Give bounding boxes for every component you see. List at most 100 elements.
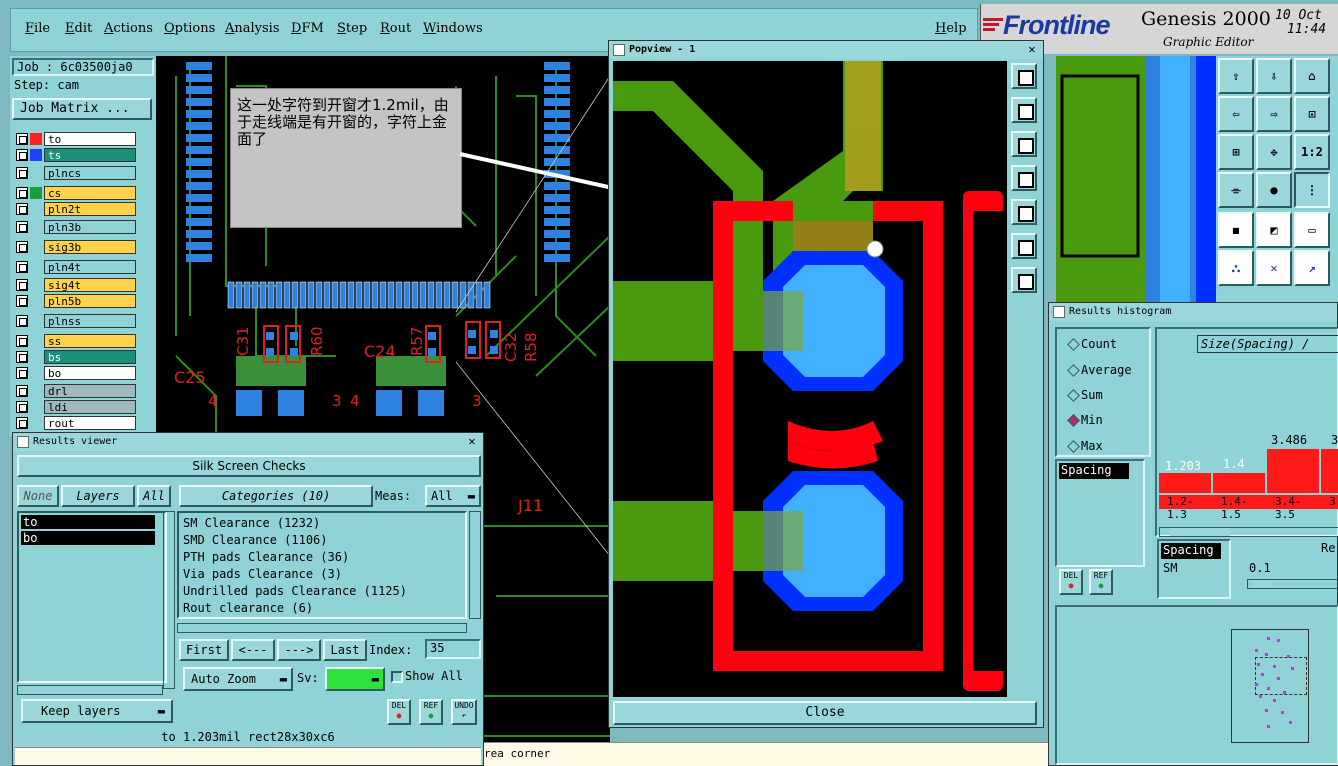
- option-count[interactable]: Count: [1081, 337, 1117, 351]
- layer-row-ss[interactable]: ss: [16, 334, 138, 348]
- layer-row-cs[interactable]: cs: [16, 186, 138, 200]
- layer-row-to[interactable]: to: [16, 132, 138, 146]
- pan-right-icon[interactable]: [1011, 199, 1037, 225]
- option-max[interactable]: Max: [1081, 439, 1103, 453]
- tool-center-icon[interactable]: ✥: [1256, 134, 1292, 170]
- tool-scale-button[interactable]: 1:2: [1294, 134, 1330, 170]
- tool-probe-icon[interactable]: ●: [1256, 172, 1292, 208]
- next-button[interactable]: --->: [277, 639, 321, 661]
- last-button[interactable]: Last: [323, 639, 367, 661]
- layer-visibility-checkbox[interactable]: [16, 221, 28, 233]
- category-hscroll[interactable]: [177, 623, 467, 633]
- layer-visibility-checkbox[interactable]: [16, 203, 28, 215]
- prev-button[interactable]: <---: [231, 639, 275, 661]
- category-undrilled-clearance[interactable]: Undrilled pads Clearance (1125): [183, 583, 407, 600]
- job-matrix-button[interactable]: Job Matrix ...: [12, 98, 152, 120]
- category-rout-clearance[interactable]: Rout clearance (6): [183, 600, 313, 617]
- meas-select[interactable]: All ▬: [425, 485, 481, 507]
- layer-row-pln4t[interactable]: pln4t: [16, 260, 138, 274]
- tool-route-icon[interactable]: ↗: [1294, 250, 1330, 286]
- layer-visibility-checkbox[interactable]: [16, 167, 28, 179]
- layer-row-sig3b[interactable]: sig3b: [16, 240, 138, 254]
- zoom-fit-icon[interactable]: [1011, 233, 1037, 259]
- layer-visibility-checkbox[interactable]: [16, 351, 28, 363]
- show-all-checkbox[interactable]: [391, 671, 403, 683]
- del-button[interactable]: DEL ●: [1059, 569, 1083, 595]
- layer-row-bo[interactable]: bo: [16, 366, 138, 380]
- menu-edit[interactable]: Edit: [65, 21, 92, 36]
- layer-visibility-checkbox[interactable]: [16, 279, 28, 291]
- layer-row-rout[interactable]: rout: [16, 416, 138, 430]
- menu-rout[interactable]: Rout: [380, 21, 411, 36]
- measure-item-sm[interactable]: SM: [1163, 561, 1177, 575]
- menu-step[interactable]: Step: [337, 21, 367, 36]
- layer-row-pln3b[interactable]: pln3b: [16, 220, 138, 234]
- layer-visibility-checkbox[interactable]: [16, 335, 28, 347]
- index-input[interactable]: 35: [425, 639, 481, 659]
- sv-color-select[interactable]: ▬: [325, 667, 385, 691]
- category-via-clearance[interactable]: Via pads Clearance (3): [183, 566, 342, 583]
- close-icon[interactable]: ✕: [465, 435, 479, 449]
- layer-row-plncs[interactable]: plncs: [16, 166, 138, 180]
- measure-item-spacing[interactable]: Spacing: [1161, 543, 1221, 559]
- tool-left-icon[interactable]: ⇦: [1218, 96, 1254, 132]
- tool-measure-icon[interactable]: ⌯: [1218, 172, 1254, 208]
- layer-row-pln5b[interactable]: pln5b: [16, 294, 138, 308]
- zoom-window-icon[interactable]: [1011, 63, 1037, 89]
- metric-item-spacing[interactable]: Spacing: [1059, 463, 1129, 479]
- zoom-out-icon[interactable]: [1011, 131, 1037, 157]
- layer-row-plnss[interactable]: plnss: [16, 314, 138, 328]
- histogram-scrollbar[interactable]: [1159, 527, 1338, 537]
- auto-zoom-button[interactable]: Auto Zoom ▬: [183, 667, 293, 691]
- zoom-in-icon[interactable]: [1011, 97, 1037, 123]
- option-min[interactable]: Min: [1081, 413, 1103, 427]
- layers-all-button[interactable]: All: [137, 485, 171, 507]
- layer-visibility-checkbox[interactable]: [16, 401, 28, 413]
- tool-line-icon[interactable]: ◩: [1256, 212, 1292, 248]
- menu-help[interactable]: Help: [935, 21, 967, 36]
- keep-layers-button[interactable]: Keep layers ▬: [21, 699, 173, 723]
- layer-row-sig4t[interactable]: sig4t: [16, 278, 138, 292]
- option-sum[interactable]: Sum: [1081, 388, 1103, 402]
- size-selector[interactable]: Size(Spacing) /: [1197, 335, 1338, 353]
- layer-visibility-checkbox[interactable]: [16, 295, 28, 307]
- layer-visibility-checkbox[interactable]: [16, 133, 28, 145]
- layers-button[interactable]: Layers: [61, 485, 135, 507]
- option-average[interactable]: Average: [1081, 363, 1132, 377]
- tool-cross-icon[interactable]: ✕: [1256, 250, 1292, 286]
- tool-net-icon[interactable]: ⋮: [1294, 172, 1330, 208]
- layer-visibility-checkbox[interactable]: [16, 385, 28, 397]
- layer-visibility-checkbox[interactable]: [16, 367, 28, 379]
- popview-canvas[interactable]: [613, 61, 1007, 697]
- menu-actions[interactable]: Actions: [104, 21, 153, 36]
- layer-list-hscroll[interactable]: [17, 685, 163, 695]
- result-layer-to[interactable]: to: [21, 515, 155, 529]
- tool-fit-icon[interactable]: ⊞: [1218, 134, 1254, 170]
- layer-visibility-checkbox[interactable]: [16, 417, 28, 429]
- window-menu-icon[interactable]: [613, 44, 625, 56]
- layer-visibility-checkbox[interactable]: [16, 149, 28, 161]
- layers-none-button[interactable]: None: [17, 485, 59, 507]
- minimap[interactable]: [1055, 605, 1338, 765]
- menu-windows[interactable]: Windows: [423, 21, 483, 36]
- categories-button[interactable]: Categories (10): [179, 485, 373, 507]
- tool-ruler-icon[interactable]: ▭: [1294, 212, 1330, 248]
- first-button[interactable]: First: [179, 639, 229, 661]
- ref-button[interactable]: REF ●: [1089, 569, 1113, 595]
- layer-visibility-checkbox[interactable]: [16, 315, 28, 327]
- threshold-slider[interactable]: [1247, 579, 1338, 589]
- layer-row-drl[interactable]: drl: [16, 384, 138, 398]
- layer-row-ldi[interactable]: ldi: [16, 400, 138, 414]
- tool-connect-icon[interactable]: ⛬: [1218, 250, 1254, 286]
- tool-home-icon[interactable]: ⌂: [1294, 58, 1330, 94]
- results-heading[interactable]: Silk Screen Checks: [17, 455, 481, 477]
- layer-visibility-checkbox[interactable]: [16, 241, 28, 253]
- ref-button[interactable]: REF ●: [419, 699, 443, 725]
- menu-dfm[interactable]: DFM: [291, 21, 324, 36]
- result-layer-bo[interactable]: bo: [21, 531, 155, 545]
- tool-select-icon[interactable]: ◼: [1218, 212, 1254, 248]
- pan-left-icon[interactable]: [1011, 165, 1037, 191]
- category-scrollbar[interactable]: [469, 511, 481, 619]
- window-menu-icon[interactable]: [1053, 306, 1065, 318]
- layer-row-pln2t[interactable]: pln2t: [16, 202, 138, 216]
